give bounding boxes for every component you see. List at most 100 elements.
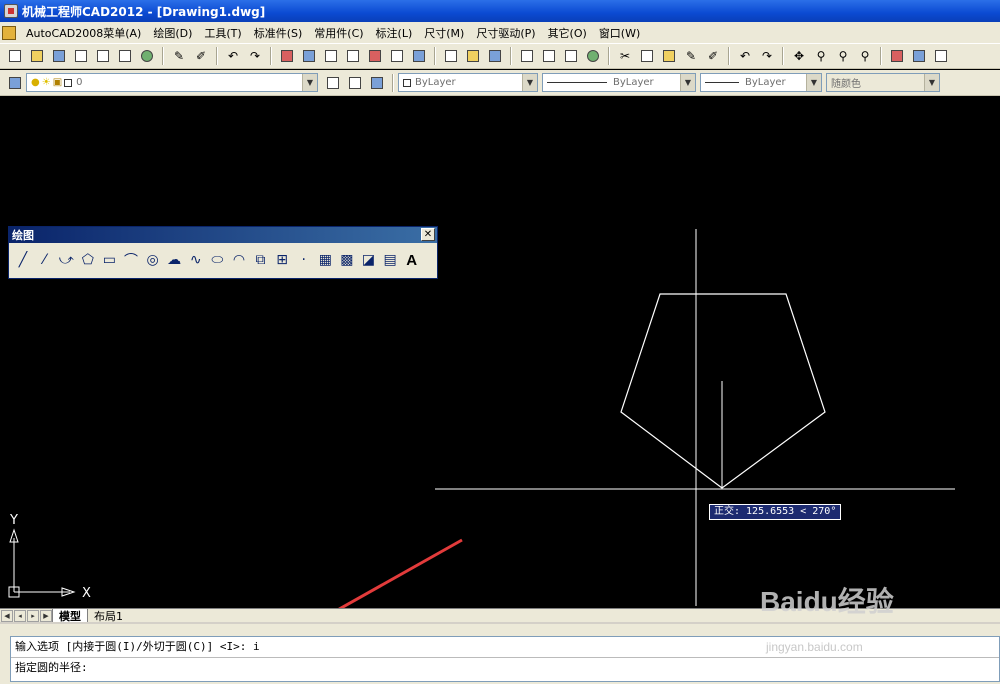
redo-icon[interactable]: ↷: [758, 47, 776, 65]
construction-line-tool-icon[interactable]: ⁄: [35, 249, 55, 271]
document-icon[interactable]: [2, 25, 16, 40]
command-prompt[interactable]: 指定圆的半径:: [11, 657, 999, 677]
properties-icon[interactable]: [888, 47, 906, 65]
arc-tool-icon[interactable]: ⌒: [121, 249, 141, 271]
make-block-tool-icon[interactable]: ⊞: [272, 249, 292, 271]
first-tab-icon[interactable]: ◀: [1, 609, 13, 622]
new-file-icon[interactable]: [6, 47, 24, 65]
chevron-down-icon[interactable]: ▼: [924, 74, 939, 91]
drawing-svg[interactable]: [0, 96, 1000, 608]
chevron-down-icon[interactable]: ▼: [806, 74, 821, 91]
chevron-down-icon[interactable]: ▼: [302, 74, 317, 91]
zoom-realtime-icon[interactable]: ⚲: [812, 47, 830, 65]
undo-icon[interactable]: ↶: [736, 47, 754, 65]
multiline-text-tool-icon[interactable]: A: [402, 249, 422, 271]
markup-icon[interactable]: [366, 47, 384, 65]
table-tool-icon[interactable]: ▤: [380, 249, 400, 271]
print-icon[interactable]: [72, 47, 90, 65]
last-tab-icon[interactable]: ▶: [40, 609, 52, 622]
plotstyle-dropdown[interactable]: 随颜色 ▼: [826, 73, 940, 92]
open-file-icon[interactable]: [464, 47, 482, 65]
print-preview-icon[interactable]: [540, 47, 558, 65]
insert-block-tool-icon[interactable]: ⧉: [251, 249, 271, 271]
drawing-canvas[interactable]: [0, 96, 1000, 608]
publish-icon[interactable]: [562, 47, 580, 65]
menu-common-parts[interactable]: 常用件(C): [308, 25, 369, 41]
lineweight-dropdown[interactable]: ByLayer ▼: [700, 73, 822, 92]
menu-draw[interactable]: 绘图(D): [147, 25, 198, 41]
revcloud-tool-icon[interactable]: ☁: [164, 249, 184, 271]
zoom-previous-icon[interactable]: ⚲: [856, 47, 874, 65]
print-preview-icon[interactable]: [94, 47, 112, 65]
linetype-dropdown[interactable]: ByLayer ▼: [542, 73, 696, 92]
web-icon[interactable]: [138, 47, 156, 65]
menu-dimension-driven[interactable]: 尺寸驱动(P): [470, 25, 541, 41]
layer-states-icon[interactable]: [368, 74, 386, 92]
close-icon[interactable]: ✕: [421, 228, 435, 241]
menu-dimension[interactable]: 尺寸(M): [418, 25, 470, 41]
save-icon[interactable]: [486, 47, 504, 65]
match-properties-icon[interactable]: ✎: [170, 47, 188, 65]
menu-autocad2008[interactable]: AutoCAD2008菜单(A): [20, 25, 147, 41]
point-tool-icon[interactable]: ·: [294, 249, 314, 271]
design-center-icon[interactable]: [300, 47, 318, 65]
sheet-set-icon[interactable]: [344, 47, 362, 65]
color-dropdown[interactable]: ByLayer ▼: [398, 73, 538, 92]
paste-icon[interactable]: [660, 47, 678, 65]
menu-tools[interactable]: 工具(T): [198, 25, 247, 41]
tool-palettes-icon[interactable]: [322, 47, 340, 65]
web-icon[interactable]: [584, 47, 602, 65]
region-tool-icon[interactable]: ◪: [359, 249, 379, 271]
polygon-tool-icon[interactable]: ⬠: [78, 249, 98, 271]
match-properties-icon[interactable]: ✎: [682, 47, 700, 65]
menu-standard-parts[interactable]: 标准件(S): [248, 25, 309, 41]
app-icon[interactable]: [4, 4, 18, 18]
menu-window[interactable]: 窗口(W): [593, 25, 646, 41]
lineweight-preview: [705, 82, 739, 83]
open-file-icon[interactable]: [28, 47, 46, 65]
color-swatch: [403, 78, 411, 87]
hatch-tool-icon[interactable]: ▦: [315, 249, 335, 271]
menu-other[interactable]: 其它(O): [542, 25, 593, 41]
help-icon[interactable]: [410, 47, 428, 65]
prev-tab-icon[interactable]: ◂: [14, 609, 26, 622]
save-icon[interactable]: [50, 47, 68, 65]
ellipse-tool-icon[interactable]: ⬭: [207, 249, 227, 271]
ellipse-arc-tool-icon[interactable]: ◠: [229, 249, 249, 271]
line-tool-icon[interactable]: ╱: [13, 249, 33, 271]
tool-palettes-icon[interactable]: [932, 47, 950, 65]
pentagon-entity[interactable]: [620, 293, 826, 489]
pan-icon[interactable]: ✥: [790, 47, 808, 65]
rectangle-tool-icon[interactable]: ▭: [99, 249, 119, 271]
gradient-tool-icon[interactable]: ▩: [337, 249, 357, 271]
spline-tool-icon[interactable]: ∿: [186, 249, 206, 271]
copy-icon[interactable]: [638, 47, 656, 65]
chevron-down-icon[interactable]: ▼: [522, 74, 537, 91]
tab-layout1[interactable]: 布局1: [87, 609, 129, 623]
redo-icon[interactable]: ↷: [246, 47, 264, 65]
circle-tool-icon[interactable]: ◎: [143, 249, 163, 271]
print-icon[interactable]: [518, 47, 536, 65]
undo-icon[interactable]: ↶: [224, 47, 242, 65]
layer-dropdown[interactable]: ● ☀ ▣ 0 ▼: [26, 73, 318, 92]
make-object-layer-current-icon[interactable]: [324, 74, 342, 92]
watermark-logo: Baidu经验: [760, 586, 894, 617]
menu-bar: AutoCAD2008菜单(A) 绘图(D) 工具(T) 标准件(S) 常用件(…: [0, 22, 1000, 44]
design-center-icon[interactable]: [910, 47, 928, 65]
new-file-icon[interactable]: [442, 47, 460, 65]
draw-toolbar-title-bar[interactable]: 绘图 ✕: [9, 227, 437, 243]
cut-icon[interactable]: ✂: [616, 47, 634, 65]
zoom-window-icon[interactable]: ⚲: [834, 47, 852, 65]
brush-icon[interactable]: ✐: [192, 47, 210, 65]
layer-previous-icon[interactable]: [346, 74, 364, 92]
properties-icon[interactable]: [278, 47, 296, 65]
layer-manager-icon[interactable]: [6, 74, 24, 92]
next-tab-icon[interactable]: ▸: [27, 609, 39, 622]
tab-model[interactable]: 模型: [52, 609, 87, 623]
polyline-tool-icon[interactable]: ⤻: [56, 249, 76, 271]
brush-icon[interactable]: ✐: [704, 47, 722, 65]
calculator-icon[interactable]: [388, 47, 406, 65]
chevron-down-icon[interactable]: ▼: [680, 74, 695, 91]
publish-icon[interactable]: [116, 47, 134, 65]
menu-annotate[interactable]: 标注(L): [370, 25, 419, 41]
